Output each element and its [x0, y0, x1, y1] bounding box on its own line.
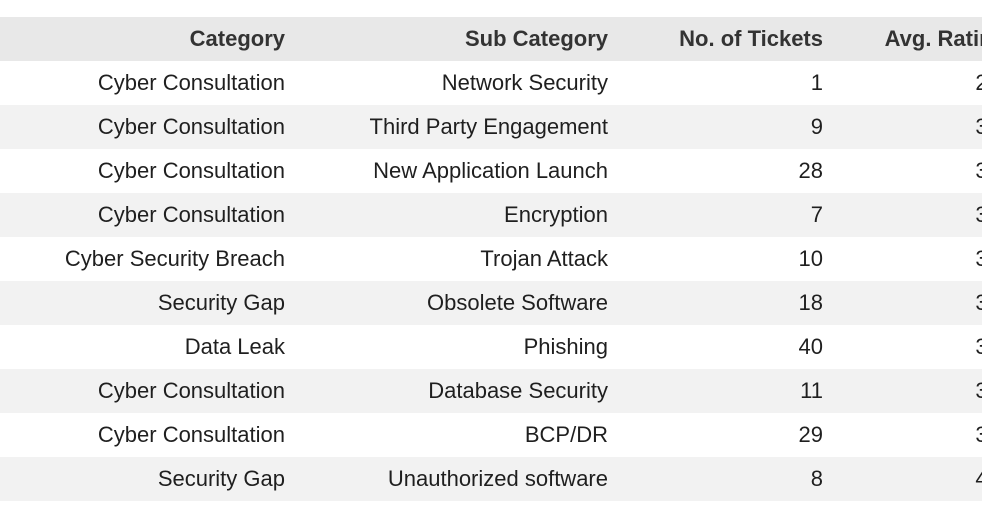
- table-row: Cyber Consultation Network Security 1 2.…: [0, 61, 982, 105]
- cell-no-of-tickets: 1: [624, 61, 838, 105]
- cell-no-of-tickets: 8: [624, 457, 838, 501]
- cell-no-of-tickets: 7: [624, 193, 838, 237]
- table-row: Cyber Consultation Encryption 7 3.4: [0, 193, 982, 237]
- cell-sub-category: BCP/DR: [303, 413, 624, 457]
- cell-sub-category: Encryption: [303, 193, 624, 237]
- cell-category: Security Gap: [0, 281, 303, 325]
- cell-no-of-tickets: 9: [624, 105, 838, 149]
- cell-sub-category: Obsolete Software: [303, 281, 624, 325]
- cell-category: Data Leak: [0, 325, 303, 369]
- cell-sub-category: Third Party Engagement: [303, 105, 624, 149]
- cell-category: Security Gap: [0, 457, 303, 501]
- table-row: Cyber Consultation BCP/DR 29 3.9: [0, 413, 982, 457]
- table-row: Security Gap Unauthorized software 8 4.0: [0, 457, 982, 501]
- table-row: Cyber Consultation New Application Launc…: [0, 149, 982, 193]
- cell-avg-rating: 4.0: [838, 457, 982, 501]
- cell-no-of-tickets: 18: [624, 281, 838, 325]
- cell-avg-rating: 2.0: [838, 61, 982, 105]
- cell-category: Cyber Consultation: [0, 149, 303, 193]
- cell-avg-rating: 3.5: [838, 237, 982, 281]
- cell-no-of-tickets: 28: [624, 149, 838, 193]
- table-row: Cyber Security Breach Trojan Attack 10 3…: [0, 237, 982, 281]
- cell-avg-rating: 3.6: [838, 281, 982, 325]
- table-body: Cyber Consultation Network Security 1 2.…: [0, 61, 982, 501]
- cell-sub-category: Database Security: [303, 369, 624, 413]
- table-row: Cyber Consultation Third Party Engagemen…: [0, 105, 982, 149]
- table-row: Security Gap Obsolete Software 18 3.6: [0, 281, 982, 325]
- column-header-no-of-tickets: No. of Tickets: [624, 17, 838, 61]
- cell-sub-category: Unauthorized software: [303, 457, 624, 501]
- cell-category: Cyber Consultation: [0, 369, 303, 413]
- cell-category: Cyber Consultation: [0, 193, 303, 237]
- cell-no-of-tickets: 10: [624, 237, 838, 281]
- column-header-sub-category: Sub Category: [303, 17, 624, 61]
- cell-avg-rating: 3.4: [838, 149, 982, 193]
- cell-no-of-tickets: 11: [624, 369, 838, 413]
- cell-category: Cyber Consultation: [0, 105, 303, 149]
- cell-category: Cyber Consultation: [0, 61, 303, 105]
- cell-category: Cyber Security Breach: [0, 237, 303, 281]
- table-header: Category Sub Category No. of Tickets Avg…: [0, 17, 982, 61]
- cell-no-of-tickets: 40: [624, 325, 838, 369]
- cell-sub-category: Trojan Attack: [303, 237, 624, 281]
- cell-sub-category: Phishing: [303, 325, 624, 369]
- cell-sub-category: Network Security: [303, 61, 624, 105]
- cell-sub-category: New Application Launch: [303, 149, 624, 193]
- cell-avg-rating: 3.9: [838, 369, 982, 413]
- table-row: Cyber Consultation Database Security 11 …: [0, 369, 982, 413]
- header-row: Category Sub Category No. of Tickets Avg…: [0, 17, 982, 61]
- column-header-category: Category: [0, 17, 303, 61]
- cell-avg-rating: 3.4: [838, 193, 982, 237]
- cell-avg-rating: 3.9: [838, 325, 982, 369]
- table-row: Data Leak Phishing 40 3.9: [0, 325, 982, 369]
- cell-no-of-tickets: 29: [624, 413, 838, 457]
- cell-avg-rating: 3.9: [838, 413, 982, 457]
- cell-category: Cyber Consultation: [0, 413, 303, 457]
- column-header-avg-rating: Avg. Rating: [838, 17, 982, 61]
- ticket-rating-table: Category Sub Category No. of Tickets Avg…: [0, 17, 982, 501]
- cell-avg-rating: 3.3: [838, 105, 982, 149]
